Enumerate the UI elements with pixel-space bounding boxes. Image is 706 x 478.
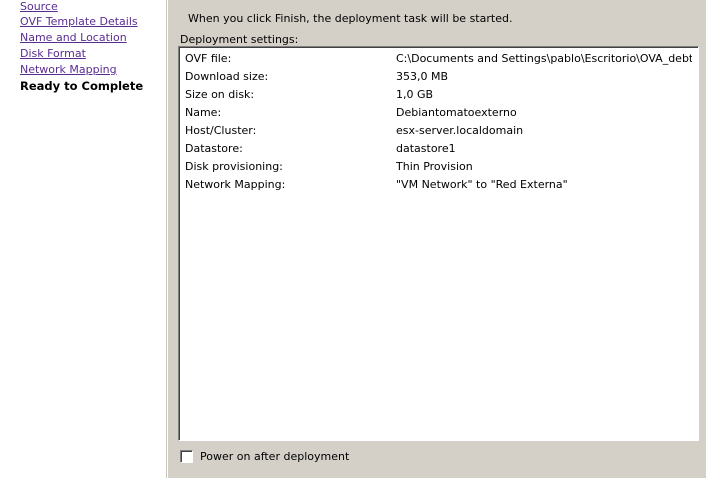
settings-row: Download size: 353,0 MB [179,68,698,86]
setting-value-download-size: 353,0 MB [396,70,449,83]
settings-row: Name: Debiantomatoexterno [179,104,698,122]
power-on-checkbox[interactable] [180,450,193,463]
settings-row: Disk provisioning: Thin Provision [179,158,698,176]
settings-row: Size on disk: 1,0 GB [179,86,698,104]
setting-value-size-on-disk: 1,0 GB [396,88,434,101]
setting-label-download-size: Download size: [185,70,269,83]
setting-value-name: Debiantomatoexterno [396,106,517,119]
setting-value-network-mapping: "VM Network" to "Red Externa" [396,178,568,191]
step-link-name-and-location[interactable]: Name and Location [20,31,127,45]
settings-row: Network Mapping: "VM Network" to "Red Ex… [179,176,698,194]
setting-value-ovf-file: C:\Documents and Settings\pablo\Escritor… [396,52,692,65]
step-current-ready-to-complete: Ready to Complete [20,79,144,93]
step-link-source[interactable]: Source [20,0,58,14]
setting-label-size-on-disk: Size on disk: [185,88,255,101]
step-link-network-mapping[interactable]: Network Mapping [20,63,117,77]
power-on-label[interactable]: Power on after deployment [200,450,349,464]
setting-label-name: Name: [185,106,222,119]
step-link-disk-format[interactable]: Disk Format [20,47,86,61]
setting-value-host-cluster: esx-server.localdomain [396,124,524,137]
setting-label-datastore: Datastore: [185,142,243,155]
step-link-ovf-template-details[interactable]: OVF Template Details [20,15,138,29]
settings-row: OVF file: C:\Documents and Settings\pabl… [179,50,698,68]
setting-label-disk-provisioning: Disk provisioning: [185,160,283,173]
intro-text: When you click Finish, the deployment ta… [188,12,513,25]
setting-value-datastore: datastore1 [396,142,456,155]
wizard-steps-nav: Source OVF Template Details Name and Loc… [0,0,166,478]
settings-row: Datastore: datastore1 [179,140,698,158]
deployment-settings-list[interactable]: OVF file: C:\Documents and Settings\pabl… [178,46,699,441]
deployment-settings-label: Deployment settings: [180,33,299,46]
setting-value-disk-provisioning: Thin Provision [396,160,473,173]
ready-to-complete-panel: When you click Finish, the deployment ta… [168,0,706,478]
setting-label-ovf-file: OVF file: [185,52,232,65]
setting-label-host-cluster: Host/Cluster: [185,124,257,137]
settings-row: Host/Cluster: esx-server.localdomain [179,122,698,140]
setting-label-network-mapping: Network Mapping: [185,178,286,191]
